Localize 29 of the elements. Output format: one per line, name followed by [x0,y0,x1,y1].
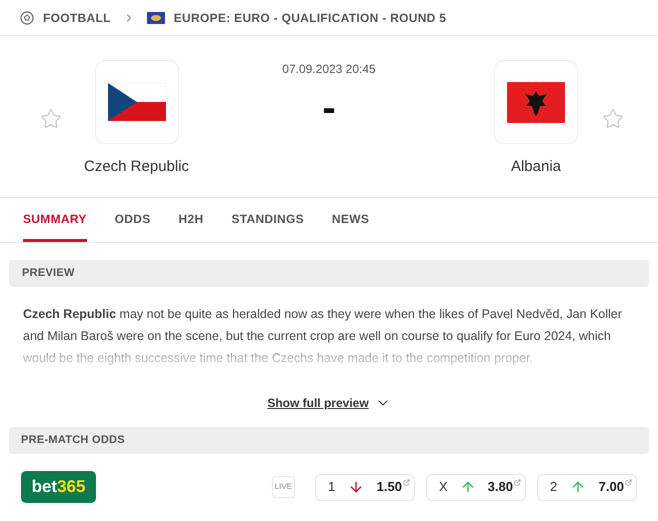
tab[interactable]: NEWS [332,198,370,242]
preview-paragraph: Czech Republic may not be quite as heralded now as they were when the likes of Pavel Nedvěd, Jan Koller and Milan Baroš were on the scene, but the current crop are well on course to qualify for Euro 2024, which would be the eighth successive time that the Czechs have made it to the competition proper. [22,306,623,367]
match-datetime: 07.09.2023 20:45 [282,61,376,78]
tab[interactable]: H2H [178,198,204,242]
bookmaker-logo[interactable]: bet365 [21,471,96,503]
match-score: - [322,88,336,128]
breadcrumb-link[interactable]: FOOTBALL [43,8,111,26]
favorite-star-icon[interactable] [602,108,624,130]
football-icon [20,10,34,24]
external-link-icon [403,478,410,486]
tab[interactable]: ODDS [114,198,151,242]
tab[interactable]: SUMMARY [23,198,87,242]
team-name[interactable]: Czech Republic [84,156,190,178]
section-header: PRE-MATCH ODDS [9,427,649,454]
map-flag-icon [146,12,165,24]
odds-button[interactable]: X 3.80 [426,474,526,500]
external-link-icon [514,478,521,486]
tab[interactable]: STANDINGS [231,198,304,242]
favorite-star-icon[interactable] [40,108,62,130]
section-header: PREVIEW [9,260,649,287]
live-badge[interactable]: LIVE [272,476,295,498]
albania-flag-icon [507,82,565,122]
team-name[interactable]: Albania [510,156,562,178]
czech-flag-icon [108,83,166,121]
external-link-icon [625,478,632,486]
odds-button[interactable]: 1 1.50 [315,474,415,500]
odds-button[interactable]: 2 7.00 [537,474,637,500]
show-more-link[interactable]: Show full preview [267,394,391,412]
breadcrumb-link[interactable]: EUROPE: EURO - QUALIFICATION - ROUND 5 [174,8,446,26]
